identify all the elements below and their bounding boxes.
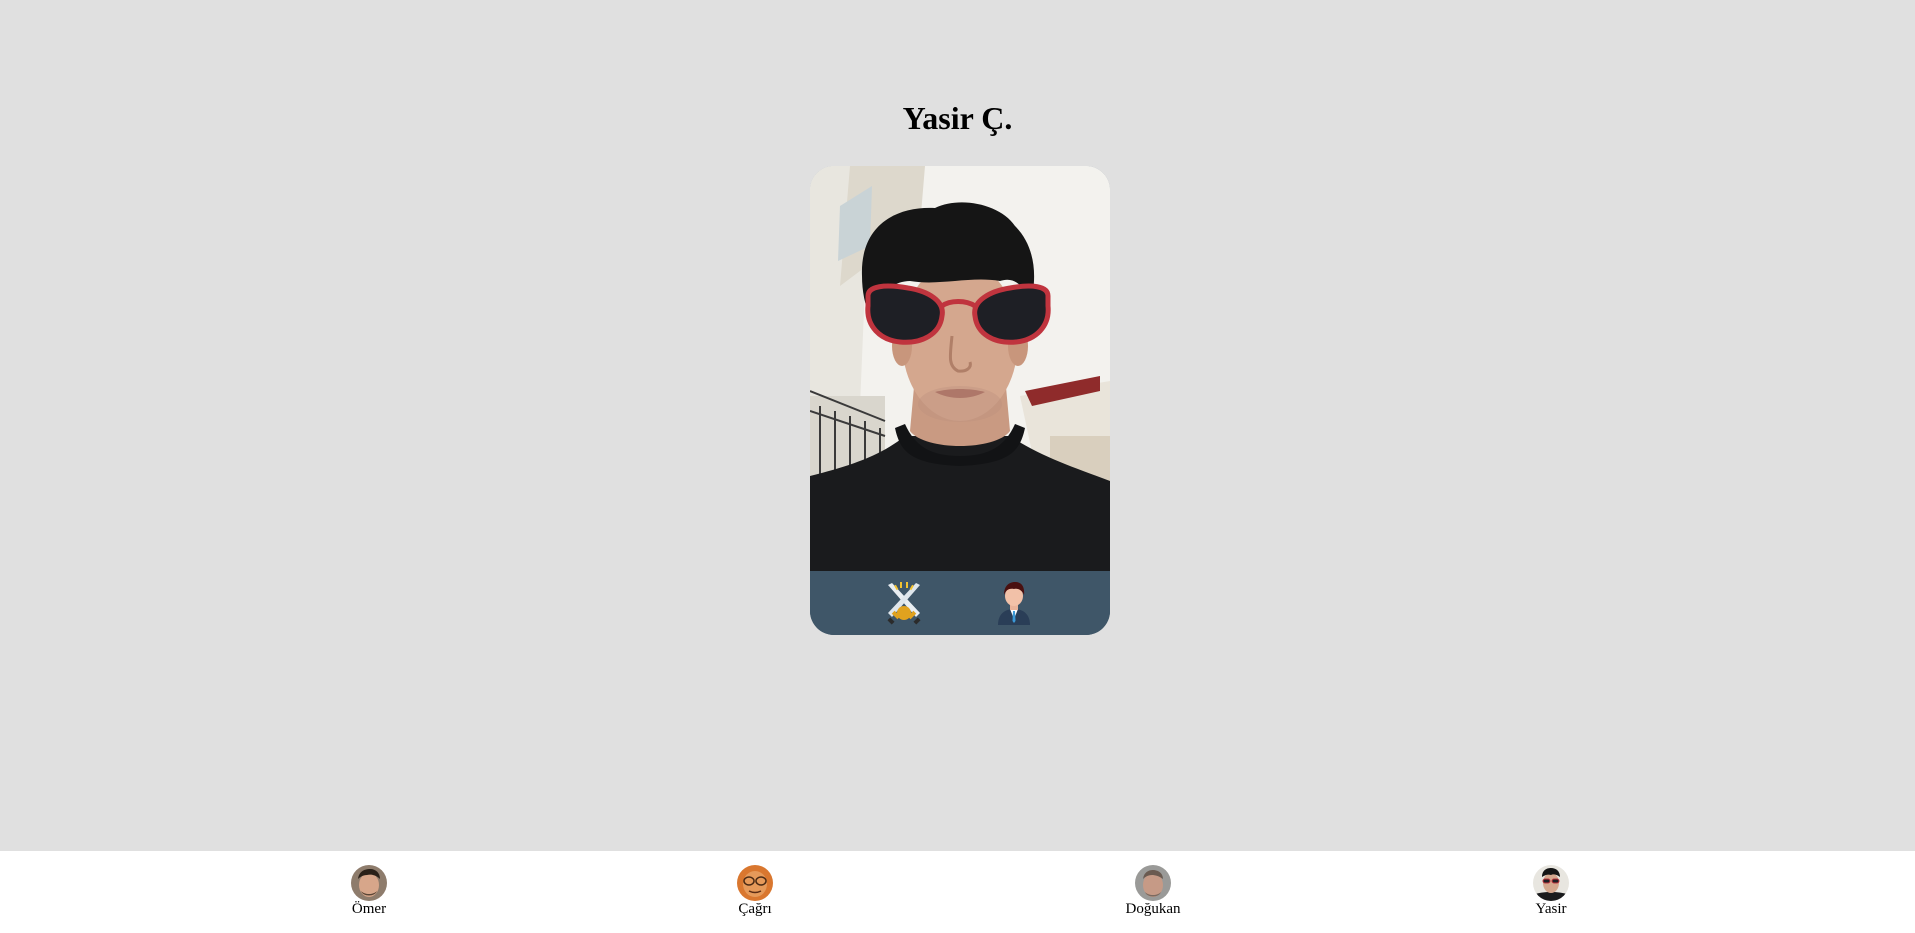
nav-item-label: Doğukan — [1125, 901, 1181, 917]
nav-item-label: Ömer — [351, 901, 387, 917]
profile-card — [810, 166, 1110, 635]
profile-photo — [810, 166, 1110, 571]
profile-title: Yasir Ç. — [902, 100, 1013, 136]
nav-item-cagri[interactable]: Çağrı — [695, 865, 815, 917]
avatar — [1533, 865, 1569, 901]
avatar — [737, 865, 773, 901]
main-area: Yasir Ç. — [0, 0, 1915, 851]
action-bar — [810, 571, 1110, 635]
nav-item-label: Çağrı — [738, 901, 772, 917]
bottom-nav: Ömer Çağrı Doğukan Yasir — [0, 851, 1915, 933]
nav-item-label: Yasir — [1535, 901, 1567, 917]
avatar — [351, 865, 387, 901]
person-suit-icon[interactable] — [990, 579, 1038, 627]
nav-item-yasir[interactable]: Yasir — [1491, 865, 1611, 917]
nav-item-omer[interactable]: Ömer — [309, 865, 429, 917]
page: Yasir Ç. Ömer Çağrı Doğukan Yasir — [0, 0, 1915, 933]
crossed-swords-icon[interactable] — [880, 579, 928, 627]
nav-item-dogukan[interactable]: Doğukan — [1093, 865, 1213, 917]
avatar — [1135, 865, 1171, 901]
